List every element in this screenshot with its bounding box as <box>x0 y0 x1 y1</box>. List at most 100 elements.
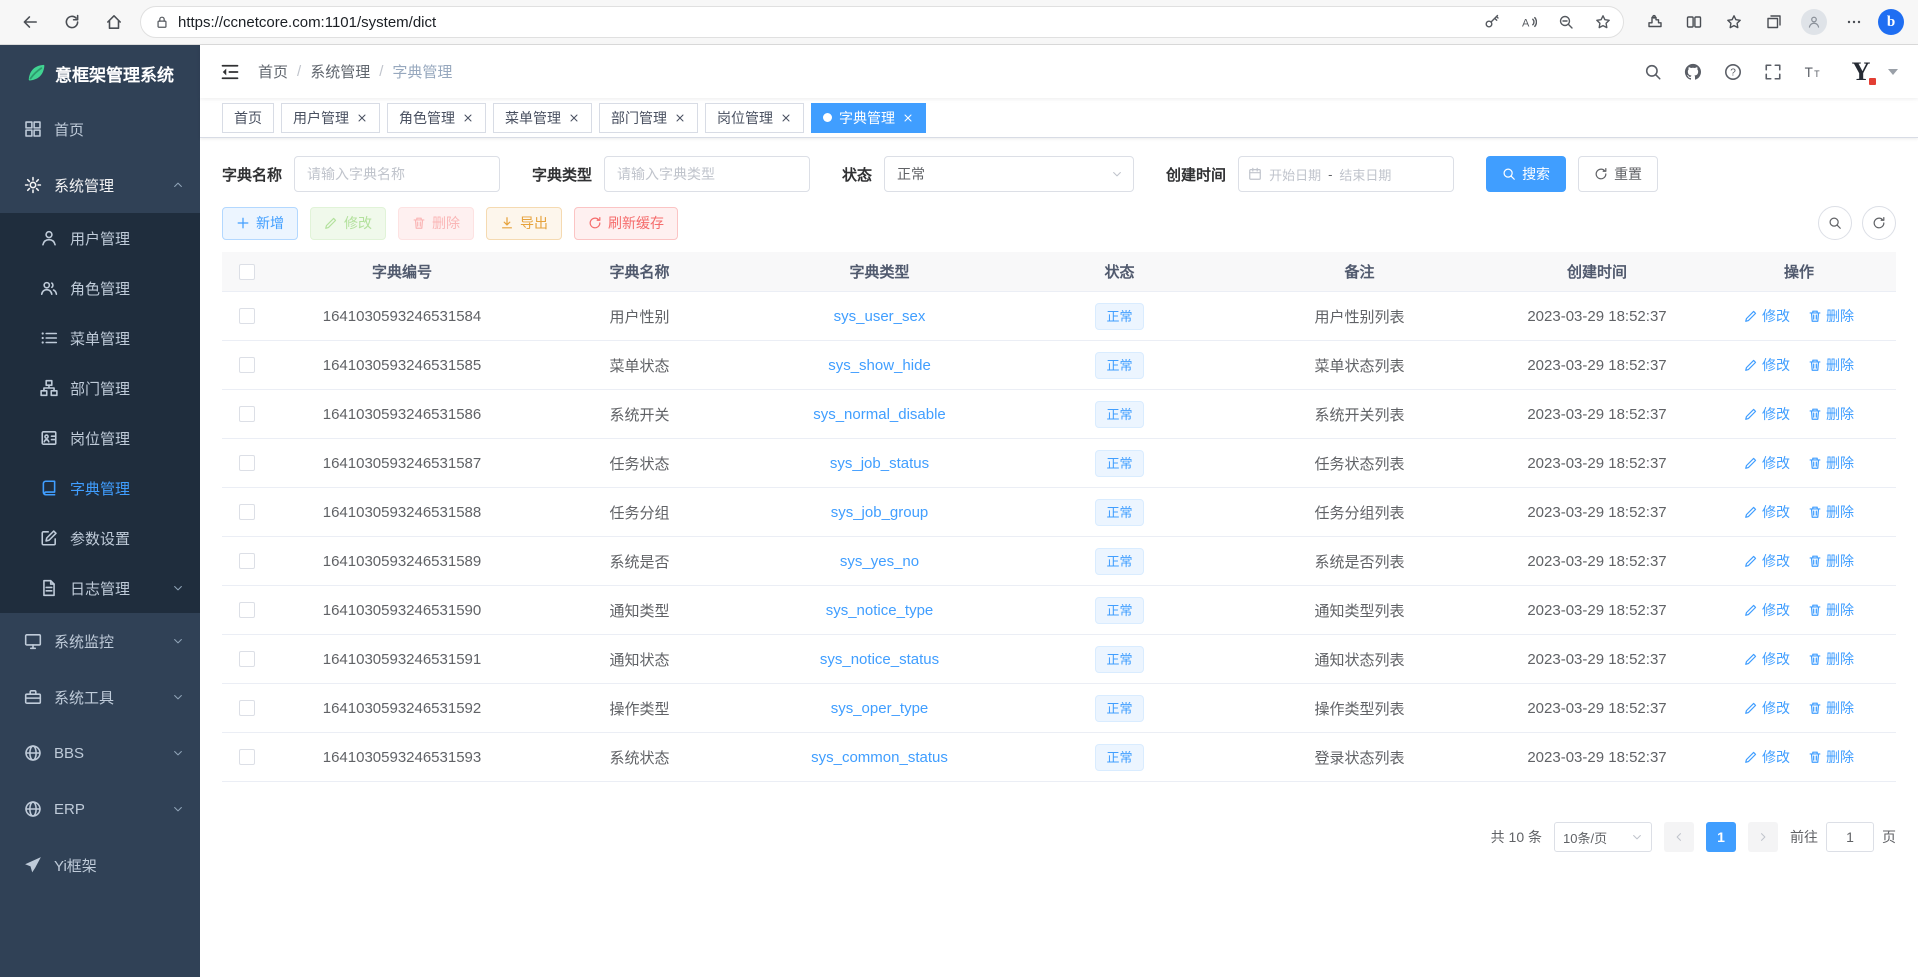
row-checkbox[interactable] <box>239 749 255 765</box>
browser-back-button[interactable] <box>14 6 46 38</box>
reset-button[interactable]: 重置 <box>1578 156 1658 192</box>
select-all-checkbox[interactable] <box>239 264 255 280</box>
tab-close-icon[interactable] <box>462 112 474 124</box>
row-checkbox[interactable] <box>239 700 255 716</box>
tab-close-icon[interactable] <box>780 112 792 124</box>
address-bar[interactable] <box>140 6 1624 38</box>
row-delete-button[interactable]: 删除 <box>1808 355 1854 375</box>
row-delete-button[interactable]: 删除 <box>1808 404 1854 424</box>
user-avatar[interactable]: Y <box>1844 55 1878 89</box>
sidebar-item-log[interactable]: 日志管理 <box>0 563 200 613</box>
browser-menu-icon[interactable] <box>1838 6 1870 38</box>
table-row[interactable]: 1641030593246531587 任务状态 sys_job_status … <box>222 439 1896 488</box>
row-checkbox[interactable] <box>239 553 255 569</box>
row-delete-button[interactable]: 删除 <box>1808 698 1854 718</box>
refresh-cache-button[interactable]: 刷新缓存 <box>574 207 678 240</box>
breadcrumb-system[interactable]: 系统管理 <box>310 61 370 82</box>
table-row[interactable]: 1641030593246531584 用户性别 sys_user_sex 正常… <box>222 292 1896 341</box>
sidebar-item-role[interactable]: 角色管理 <box>0 263 200 313</box>
row-delete-button[interactable]: 删除 <box>1808 747 1854 767</box>
header-search-icon[interactable] <box>1644 63 1662 81</box>
app-logo[interactable]: 意框架管理系统 <box>0 45 200 101</box>
row-edit-button[interactable]: 修改 <box>1744 306 1790 326</box>
browser-profile-avatar[interactable] <box>1798 6 1830 38</box>
tab-menu[interactable]: 菜单管理 <box>493 103 592 133</box>
edit-button[interactable]: 修改 <box>310 207 386 240</box>
tab-role[interactable]: 角色管理 <box>387 103 486 133</box>
row-edit-button[interactable]: 修改 <box>1744 404 1790 424</box>
sidebar-item-erp[interactable]: ERP <box>0 781 200 837</box>
dict-type-link[interactable]: sys_yes_no <box>840 553 919 570</box>
table-row[interactable]: 1641030593246531593 系统状态 sys_common_stat… <box>222 733 1896 782</box>
dict-type-link[interactable]: sys_notice_status <box>820 651 939 668</box>
sidebar-item-param[interactable]: 参数设置 <box>0 513 200 563</box>
tab-post[interactable]: 岗位管理 <box>705 103 804 133</box>
split-screen-icon[interactable] <box>1678 6 1710 38</box>
favorites-icon[interactable] <box>1718 6 1750 38</box>
tab-dict[interactable]: 字典管理 <box>811 103 926 133</box>
row-delete-button[interactable]: 删除 <box>1808 551 1854 571</box>
add-button[interactable]: 新增 <box>222 207 298 240</box>
toggle-search-button[interactable] <box>1818 206 1852 240</box>
row-edit-button[interactable]: 修改 <box>1744 502 1790 522</box>
url-input[interactable] <box>178 14 1469 31</box>
font-size-icon[interactable] <box>1804 63 1822 81</box>
help-icon[interactable] <box>1724 63 1742 81</box>
page-size-select[interactable]: 10条/页 <box>1554 822 1652 852</box>
row-checkbox[interactable] <box>239 357 255 373</box>
sidebar-item-dept[interactable]: 部门管理 <box>0 363 200 413</box>
sidebar-item-post[interactable]: 岗位管理 <box>0 413 200 463</box>
status-select[interactable]: 正常 <box>884 156 1134 192</box>
sidebar-item-tools[interactable]: 系统工具 <box>0 669 200 725</box>
row-delete-button[interactable]: 删除 <box>1808 649 1854 669</box>
collections-icon[interactable] <box>1758 6 1790 38</box>
row-checkbox[interactable] <box>239 308 255 324</box>
dict-name-input[interactable] <box>294 156 500 192</box>
table-row[interactable]: 1641030593246531586 系统开关 sys_normal_disa… <box>222 390 1896 439</box>
search-button[interactable]: 搜索 <box>1486 156 1566 192</box>
dict-type-link[interactable]: sys_notice_type <box>826 602 934 619</box>
row-edit-button[interactable]: 修改 <box>1744 649 1790 669</box>
tab-user[interactable]: 用户管理 <box>281 103 380 133</box>
dict-type-link[interactable]: sys_oper_type <box>831 700 929 717</box>
goto-page-input[interactable] <box>1826 822 1874 852</box>
row-delete-button[interactable]: 删除 <box>1808 453 1854 473</box>
delete-button[interactable]: 删除 <box>398 207 474 240</box>
password-key-icon[interactable] <box>1478 8 1506 36</box>
sidebar-item-bbs[interactable]: BBS <box>0 725 200 781</box>
sidebar-item-yi[interactable]: Yi框架 <box>0 837 200 893</box>
tab-home[interactable]: 首页 <box>222 103 274 133</box>
github-icon[interactable] <box>1684 63 1702 81</box>
row-checkbox[interactable] <box>239 504 255 520</box>
dict-type-link[interactable]: sys_job_status <box>830 455 929 472</box>
tab-close-icon[interactable] <box>568 112 580 124</box>
browser-reload-button[interactable] <box>56 6 88 38</box>
row-edit-button[interactable]: 修改 <box>1744 747 1790 767</box>
row-delete-button[interactable]: 删除 <box>1808 306 1854 326</box>
row-delete-button[interactable]: 删除 <box>1808 600 1854 620</box>
zoom-out-icon[interactable] <box>1552 8 1580 36</box>
sidebar-item-dict[interactable]: 字典管理 <box>0 463 200 513</box>
tab-dept[interactable]: 部门管理 <box>599 103 698 133</box>
page-number-button[interactable]: 1 <box>1706 822 1736 852</box>
dict-type-link[interactable]: sys_normal_disable <box>813 406 946 423</box>
row-delete-button[interactable]: 删除 <box>1808 502 1854 522</box>
breadcrumb-home[interactable]: 首页 <box>258 61 288 82</box>
export-button[interactable]: 导出 <box>486 207 562 240</box>
table-row[interactable]: 1641030593246531589 系统是否 sys_yes_no 正常 系… <box>222 537 1896 586</box>
row-edit-button[interactable]: 修改 <box>1744 600 1790 620</box>
sidebar-item-system[interactable]: 系统管理 <box>0 157 200 213</box>
row-checkbox[interactable] <box>239 455 255 471</box>
sidebar-item-home[interactable]: 首页 <box>0 101 200 157</box>
extensions-icon[interactable] <box>1638 6 1670 38</box>
sidebar-fold-icon[interactable] <box>220 62 240 82</box>
row-edit-button[interactable]: 修改 <box>1744 453 1790 473</box>
sidebar-item-menu[interactable]: 菜单管理 <box>0 313 200 363</box>
dict-type-link[interactable]: sys_job_group <box>831 504 929 521</box>
table-row[interactable]: 1641030593246531592 操作类型 sys_oper_type 正… <box>222 684 1896 733</box>
add-favorite-icon[interactable] <box>1589 8 1617 36</box>
row-checkbox[interactable] <box>239 602 255 618</box>
avatar-dropdown-caret-icon[interactable] <box>1888 69 1898 75</box>
row-checkbox[interactable] <box>239 651 255 667</box>
tab-close-icon[interactable] <box>674 112 686 124</box>
